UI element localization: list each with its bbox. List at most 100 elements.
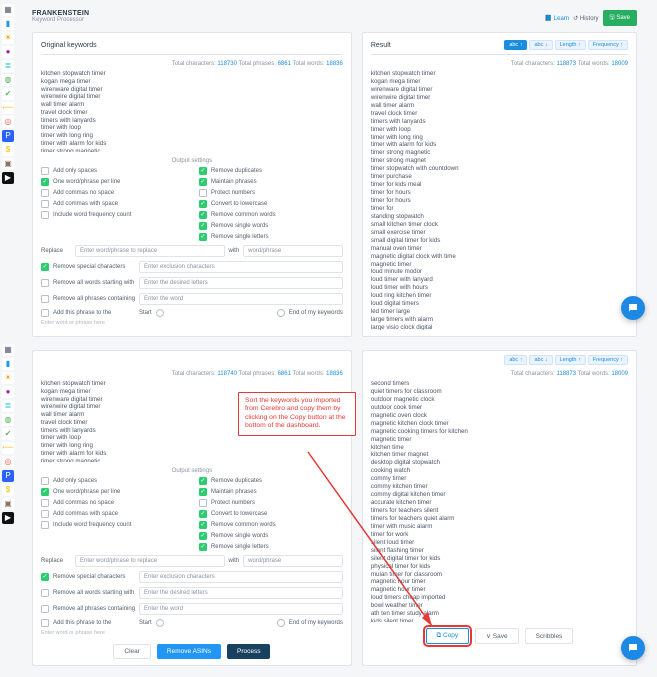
chat-launcher[interactable] — [621, 636, 645, 660]
dollar-icon[interactable]: $ — [2, 484, 14, 496]
stripes-icon[interactable]: ≣ — [2, 60, 14, 72]
play-icon[interactable]: ▶ — [2, 172, 14, 184]
setting-remove-single-letters[interactable]: Remove single letters — [199, 543, 343, 551]
setting-convert-to-lowercase[interactable]: Convert to lowercase — [199, 200, 343, 208]
setting-remove-duplicates[interactable]: Remove duplicates — [199, 477, 343, 485]
sort-abc-desc[interactable]: abc ↓ — [529, 355, 552, 365]
row-input[interactable]: Enter exclusion characters — [139, 571, 343, 583]
setting-maintain-phrases[interactable]: Maintain phrases — [199, 178, 343, 186]
checkbox-icon[interactable] — [41, 263, 49, 271]
setting-remove-single-words[interactable]: Remove single words — [199, 222, 343, 230]
keywords-textarea[interactable]: kitchen stopwatch timerkogan mega timerw… — [41, 70, 343, 152]
radio-icon[interactable] — [156, 309, 164, 317]
target-icon[interactable]: ◎ — [2, 116, 14, 128]
clear-button[interactable]: Clear — [113, 644, 151, 659]
stripes-icon[interactable]: ≣ — [2, 400, 14, 412]
check-icon[interactable]: ✔ — [2, 428, 14, 440]
target-icon[interactable]: ◎ — [2, 456, 14, 468]
sort-frequency-asc[interactable]: Frequency ↑ — [588, 355, 628, 365]
learn-link[interactable]: 📘 Learn — [545, 15, 570, 22]
copy-button[interactable]: ⧉ Copy — [426, 628, 470, 644]
scribbles-button[interactable]: Scribbles — [525, 628, 574, 644]
earth-icon[interactable]: ◍ — [2, 414, 14, 426]
checkbox-icon[interactable] — [41, 279, 49, 287]
circle-icon[interactable]: ● — [2, 386, 14, 398]
save-result-button[interactable]: ∨ Save — [475, 628, 518, 644]
radio-end[interactable]: End of my keywords — [289, 620, 343, 626]
row-input[interactable]: Enter exclusion characters — [139, 261, 343, 273]
sort-frequency-asc[interactable]: Frequency ↑ — [588, 40, 628, 50]
checkbox-icon[interactable] — [41, 619, 49, 627]
dashboard-icon[interactable]: ▦ — [2, 4, 14, 16]
row-input[interactable]: Enter the desired letters — [139, 277, 343, 289]
save-button[interactable]: 🖫 Save — [603, 10, 637, 26]
radio-start[interactable]: Start — [139, 620, 152, 626]
dashboard-icon[interactable]: ▦ — [2, 344, 14, 356]
replace-from-input[interactable]: Enter word/phrase to replace — [75, 245, 225, 257]
chat-launcher[interactable] — [621, 296, 645, 320]
setting-add-only-spaces[interactable]: Add only spaces — [41, 167, 185, 175]
sort-abc-asc[interactable]: abc ↑ — [504, 40, 527, 50]
row-input[interactable]: Enter the word — [139, 293, 343, 305]
bars-icon[interactable]: ▮ — [2, 358, 14, 370]
checkbox-icon[interactable] — [41, 589, 49, 597]
radio-start[interactable]: Start — [139, 310, 152, 316]
cube-icon[interactable]: ▣ — [2, 498, 14, 510]
list-item: timers for teachers quiet alarm — [371, 515, 628, 523]
p-icon[interactable]: P — [2, 470, 14, 482]
play-icon[interactable]: ▶ — [2, 512, 14, 524]
process-button[interactable]: Process — [227, 644, 270, 659]
p-icon[interactable]: P — [2, 130, 14, 142]
setting-one-word-phrase-per-line[interactable]: One word/phrase per line — [41, 178, 185, 186]
setting-remove-single-words[interactable]: Remove single words — [199, 532, 343, 540]
sun-icon[interactable]: ☀ — [2, 372, 14, 384]
checkbox-icon[interactable] — [41, 295, 49, 303]
checkbox-icon[interactable] — [41, 309, 49, 317]
radio-icon[interactable] — [277, 619, 285, 627]
history-link[interactable]: ↺ History — [573, 15, 598, 22]
chart-icon[interactable]: ⬳ — [2, 442, 14, 454]
sort-abc-desc[interactable]: abc ↓ — [529, 40, 552, 50]
setting-add-commas-no-space[interactable]: Add commas no space — [41, 189, 185, 197]
setting-add-only-spaces[interactable]: Add only spaces — [41, 477, 185, 485]
setting-protect-numbers[interactable]: Protect numbers — [199, 499, 343, 507]
setting-convert-to-lowercase[interactable]: Convert to lowercase — [199, 510, 343, 518]
replace-to-input[interactable]: word/phrase — [243, 245, 343, 257]
cube-icon[interactable]: ▣ — [2, 158, 14, 170]
setting-add-commas-with-space[interactable]: Add commas with space — [41, 200, 185, 208]
bars-icon[interactable]: ▮ — [2, 18, 14, 30]
setting-remove-duplicates[interactable]: Remove duplicates — [199, 167, 343, 175]
setting-remove-common-words[interactable]: Remove common words — [199, 211, 343, 219]
check-icon[interactable]: ✔ — [2, 88, 14, 100]
earth-icon[interactable]: ◍ — [2, 74, 14, 86]
dollar-icon[interactable]: $ — [2, 144, 14, 156]
right-stats-2: Total characters: 118873 Total words: 18… — [371, 369, 628, 380]
circle-icon[interactable]: ● — [2, 46, 14, 58]
setting-remove-single-letters[interactable]: Remove single letters — [199, 233, 343, 241]
setting-include-word-frequency-count[interactable]: Include word frequency count — [41, 211, 185, 219]
row-input[interactable]: Enter the desired letters — [139, 587, 343, 599]
radio-icon[interactable] — [277, 309, 285, 317]
radio-end[interactable]: End of my keywords — [289, 310, 343, 316]
sort-length-asc[interactable]: Length ↑ — [555, 355, 586, 365]
setting-protect-numbers[interactable]: Protect numbers — [199, 189, 343, 197]
setting-add-commas-with-space[interactable]: Add commas with space — [41, 510, 185, 518]
replace-from-input[interactable]: Enter word/phrase to replace — [75, 555, 225, 567]
setting-remove-common-words[interactable]: Remove common words — [199, 521, 343, 529]
row-input[interactable]: Enter the word — [139, 603, 343, 615]
sun-icon[interactable]: ☀ — [2, 32, 14, 44]
result-list[interactable]: kitchen stopwatch timerkogan mega timerw… — [371, 70, 628, 330]
remove-asins-button[interactable]: Remove ASINs — [157, 644, 221, 659]
setting-one-word-phrase-per-line[interactable]: One word/phrase per line — [41, 488, 185, 496]
setting-maintain-phrases[interactable]: Maintain phrases — [199, 488, 343, 496]
replace-to-input[interactable]: word/phrase — [243, 555, 343, 567]
sort-length-asc[interactable]: Length ↑ — [555, 40, 586, 50]
radio-icon[interactable] — [156, 619, 164, 627]
sort-abc-asc[interactable]: abc ↑ — [504, 355, 527, 365]
result-list[interactable]: second timersquiet timers for classroomo… — [371, 380, 628, 622]
checkbox-icon[interactable] — [41, 573, 49, 581]
setting-include-word-frequency-count[interactable]: Include word frequency count — [41, 521, 185, 529]
setting-add-commas-no-space[interactable]: Add commas no space — [41, 499, 185, 507]
chart-icon[interactable]: ⬳ — [2, 102, 14, 114]
checkbox-icon[interactable] — [41, 605, 49, 613]
